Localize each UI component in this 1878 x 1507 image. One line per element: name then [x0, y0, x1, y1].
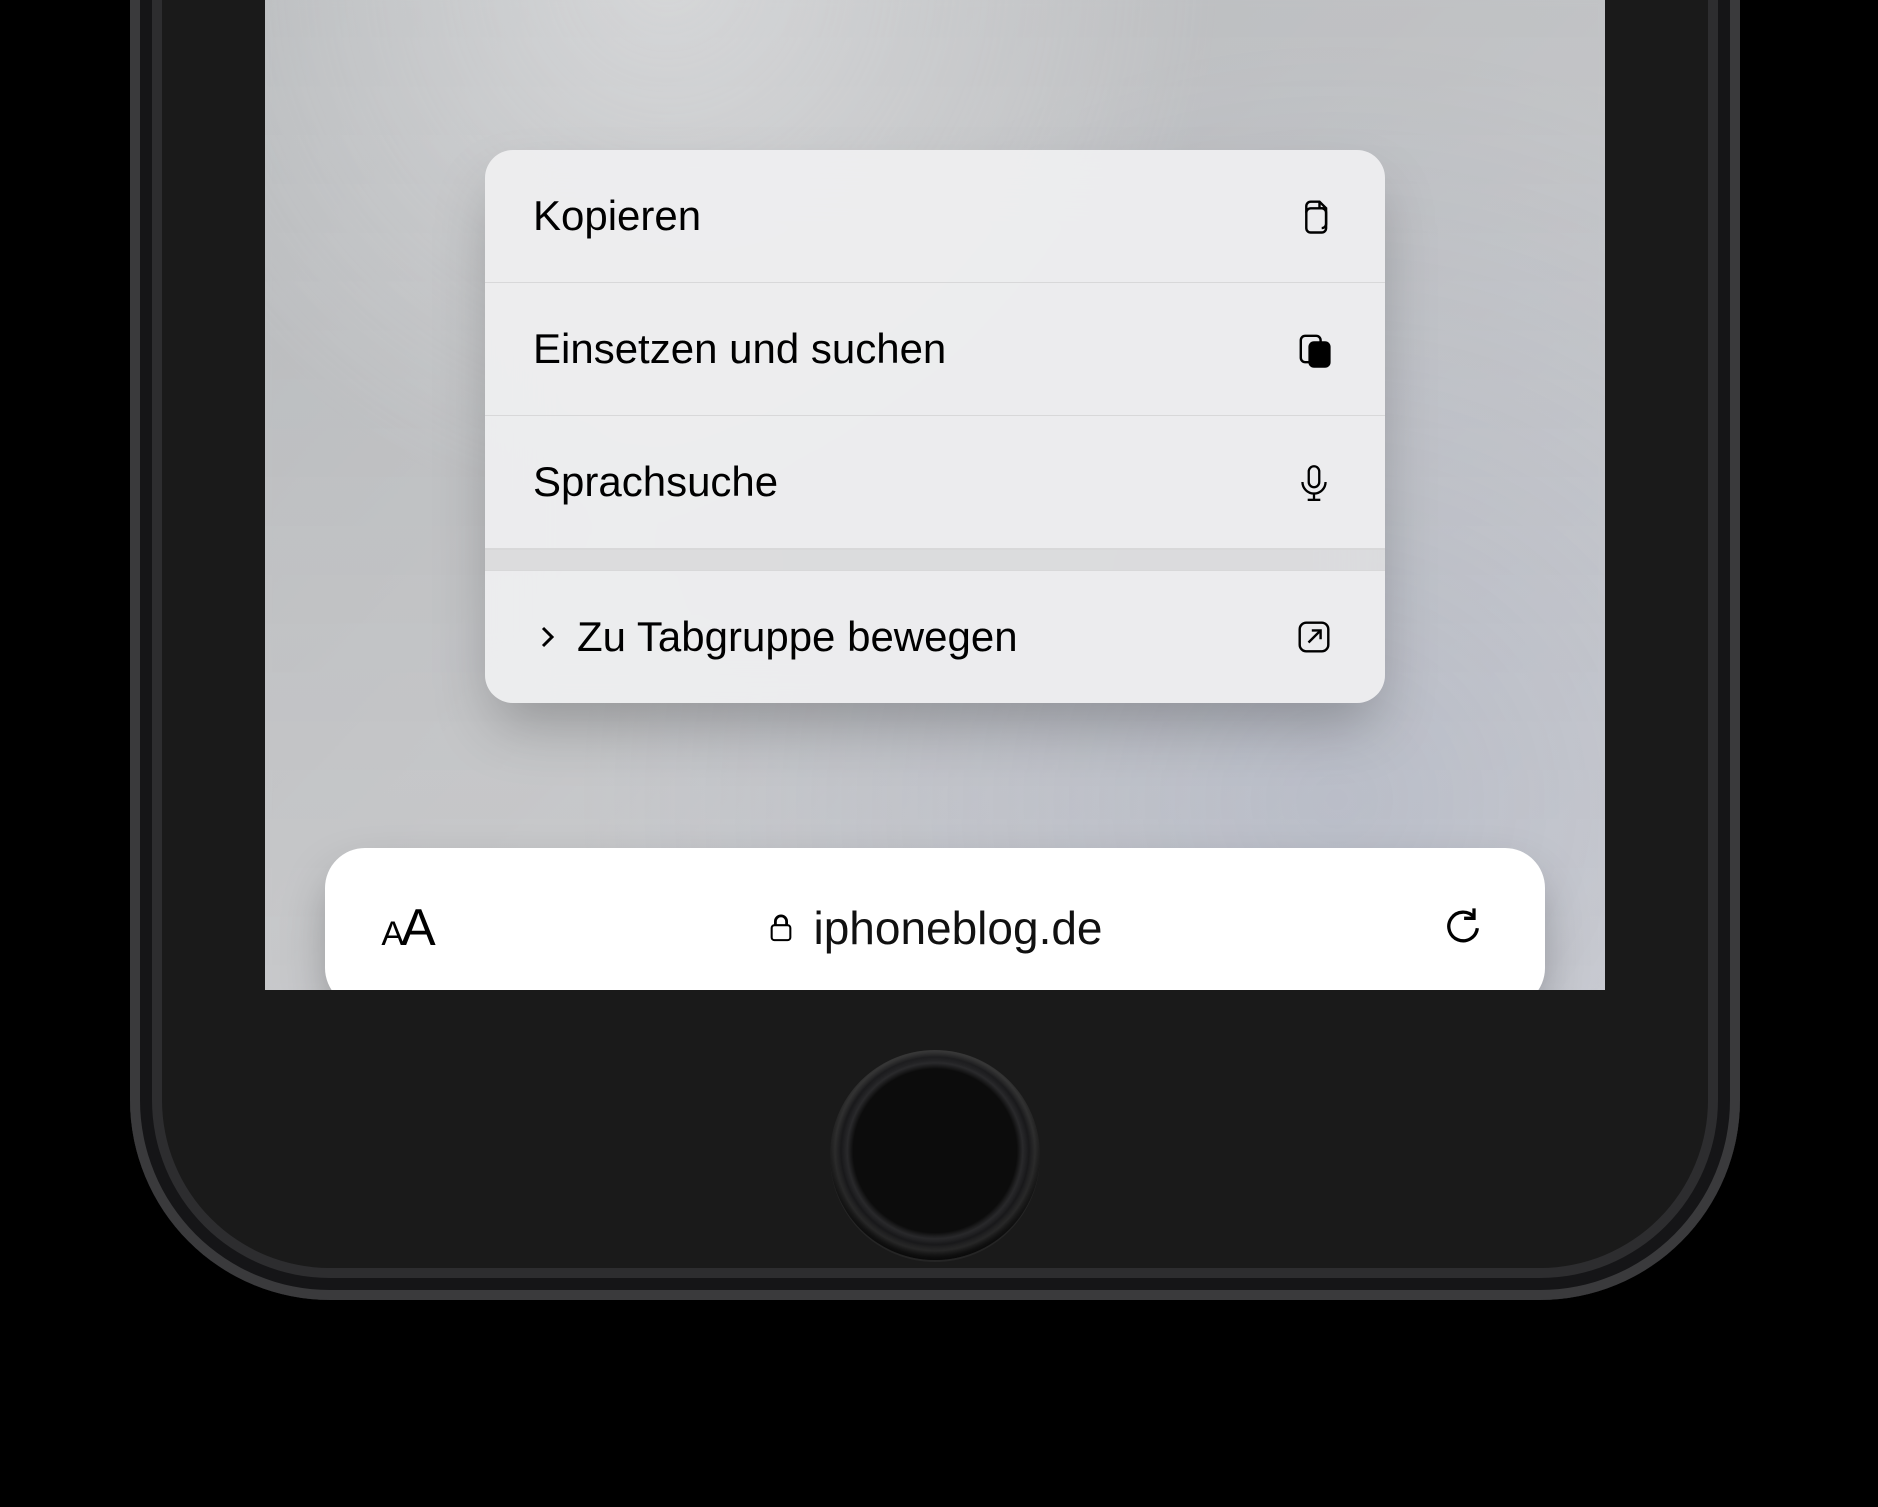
- menu-item-paste-search[interactable]: Einsetzen und suchen: [485, 283, 1385, 416]
- paste-search-icon: [1291, 326, 1337, 372]
- microphone-icon: [1291, 459, 1337, 505]
- reload-icon: [1441, 904, 1485, 953]
- reader-text-size-button[interactable]: AA: [367, 898, 447, 958]
- context-menu: Kopieren Einsetzen und suchen: [485, 150, 1385, 703]
- lock-icon: [767, 901, 795, 955]
- menu-item-label: Einsetzen und suchen: [533, 325, 1291, 373]
- copy-icon: [1291, 193, 1337, 239]
- menu-item-label: Sprachsuche: [533, 458, 1291, 506]
- menu-item-copy[interactable]: Kopieren: [485, 150, 1385, 283]
- menu-separator: [485, 549, 1385, 571]
- screen: Kopieren Einsetzen und suchen: [265, 0, 1605, 990]
- chevron-right-icon: [533, 622, 563, 652]
- address-bar[interactable]: AA iphoneblog.de: [325, 848, 1545, 990]
- menu-item-label: Kopieren: [533, 192, 1291, 240]
- menu-item-move-to-tabgroup[interactable]: Zu Tabgruppe bewegen: [485, 571, 1385, 703]
- text-size-icon: AA: [381, 898, 432, 958]
- address-bar-domain: iphoneblog.de: [813, 901, 1102, 955]
- home-button[interactable]: [830, 1050, 1040, 1260]
- menu-item-voice-search[interactable]: Sprachsuche: [485, 416, 1385, 549]
- iphone-frame: Kopieren Einsetzen und suchen: [130, 0, 1740, 1300]
- reload-button[interactable]: [1423, 904, 1503, 953]
- move-to-tabgroup-icon: [1291, 614, 1337, 660]
- menu-item-label: Zu Tabgruppe bewegen: [577, 613, 1291, 661]
- address-bar-url[interactable]: iphoneblog.de: [447, 901, 1423, 955]
